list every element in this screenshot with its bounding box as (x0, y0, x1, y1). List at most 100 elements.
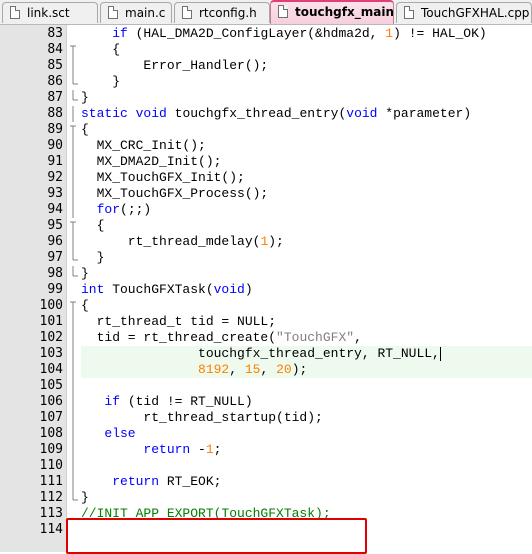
code-line[interactable]: 89 { (0, 122, 532, 138)
code-text: MX_TouchGFX_Process(); (81, 186, 269, 201)
annotation-box (66, 518, 367, 554)
code-text: rt_thread_t tid = NULL; (81, 314, 277, 329)
line-number: 101 (39, 314, 63, 329)
fold-marker-icon (66, 378, 80, 394)
code-line[interactable]: 99 int TouchGFXTask(void) (0, 282, 532, 298)
fold-marker-icon (66, 442, 80, 458)
code-line[interactable]: 110 (0, 458, 532, 474)
code-editor[interactable]: 83 if (HAL_DMA2D_ConfigLayer(&hdma2d, 1)… (0, 25, 532, 554)
code-text: if (tid != RT_NULL) (104, 394, 253, 409)
code-line[interactable]: 100 { (0, 298, 532, 314)
code-text: tid = rt_thread_create("TouchGFX", (81, 330, 362, 345)
code-line[interactable]: 96 rt_thread_mdelay(1); (0, 234, 532, 250)
code-line[interactable]: 97 } (0, 250, 532, 266)
code-line[interactable]: 102 tid = rt_thread_create("TouchGFX", (0, 330, 532, 346)
fold-marker-icon (66, 458, 80, 474)
code-line[interactable]: 83 if (HAL_DMA2D_ConfigLayer(&hdma2d, 1)… (0, 26, 532, 42)
file-icon (278, 5, 288, 18)
line-number: 104 (39, 362, 63, 377)
fold-marker-icon[interactable] (66, 122, 80, 138)
fold-marker-icon[interactable] (66, 218, 80, 234)
code-text: 8192, 15, 20); (198, 362, 308, 377)
fold-marker-icon (66, 394, 80, 410)
line-number: 112 (39, 490, 63, 505)
code-line[interactable]: 104 8192, 15, 20); (0, 362, 532, 378)
tab-touchgfx-main-c[interactable]: touchgfx_main.c (270, 0, 394, 24)
code-line[interactable]: 105 (0, 378, 532, 394)
code-line[interactable]: 98} (0, 266, 532, 282)
fold-marker-icon (66, 138, 80, 154)
fold-marker-icon (66, 426, 80, 442)
code-text: { (81, 298, 89, 313)
code-line[interactable]: 91 MX_DMA2D_Init(); (0, 154, 532, 170)
code-line[interactable]: 94 for(;;) (0, 202, 532, 218)
fold-marker-icon (66, 474, 80, 490)
fold-marker-icon (66, 282, 80, 298)
line-number: 95 (47, 218, 63, 233)
code-text: MX_CRC_Init(); (81, 138, 206, 153)
code-line[interactable]: 84 { (0, 42, 532, 58)
line-number: 90 (47, 138, 63, 153)
code-text: { (81, 42, 121, 57)
line-number: 113 (39, 506, 63, 521)
code-text: return -1; (143, 442, 222, 457)
line-number: 89 (47, 122, 63, 137)
tab-touchgfxhal-cpp[interactable]: TouchGFXHAL.cpp (396, 2, 532, 23)
line-number: 87 (47, 90, 63, 105)
tab-label: touchgfx_main.c (295, 5, 394, 19)
tab-link-sct[interactable]: link.sct (2, 2, 98, 23)
code-line[interactable]: 92 MX_TouchGFX_Init(); (0, 170, 532, 186)
line-number: 99 (47, 282, 63, 297)
code-text: static void touchgfx_thread_entry(void *… (81, 106, 472, 121)
code-text: { (81, 122, 89, 137)
code-text: return RT_EOK; (112, 474, 222, 489)
code-line[interactable]: 87} (0, 90, 532, 106)
file-icon (182, 6, 192, 19)
fold-marker-icon (66, 74, 80, 90)
code-line[interactable]: 85 Error_Handler(); (0, 58, 532, 74)
code-line[interactable]: 112} (0, 490, 532, 506)
fold-marker-icon[interactable] (66, 42, 80, 58)
code-text: MX_DMA2D_Init(); (81, 154, 222, 169)
fold-marker-icon (66, 362, 80, 378)
line-number: 96 (47, 234, 63, 249)
code-line[interactable]: 109 return -1; (0, 442, 532, 458)
fold-marker-icon (66, 90, 80, 106)
tab-main-c[interactable]: main.c (100, 2, 172, 23)
code-line[interactable]: 93 MX_TouchGFX_Process(); (0, 186, 532, 202)
tab-rtconfig-h[interactable]: rtconfig.h (174, 2, 270, 23)
code-text: else (104, 426, 136, 441)
code-line[interactable]: 103 touchgfx_thread_entry, RT_NULL, (0, 346, 532, 362)
line-number: 88 (47, 106, 63, 121)
tab-label: TouchGFXHAL.cpp (421, 6, 530, 20)
line-number: 83 (47, 26, 63, 41)
line-number: 103 (39, 346, 63, 361)
code-line[interactable]: 101 rt_thread_t tid = NULL; (0, 314, 532, 330)
code-line[interactable]: 106 if (tid != RT_NULL) (0, 394, 532, 410)
line-number: 107 (39, 410, 63, 425)
code-text: int TouchGFXTask(void) (81, 282, 253, 297)
line-number: 105 (39, 378, 63, 393)
code-line[interactable]: 111 return RT_EOK; (0, 474, 532, 490)
line-number: 93 (47, 186, 63, 201)
code-text: { (81, 218, 105, 233)
code-text: if (HAL_DMA2D_ConfigLayer(&hdma2d, 1) !=… (112, 26, 487, 41)
code-text: rt_thread_mdelay(1); (81, 234, 284, 249)
code-line[interactable]: 108 else (0, 426, 532, 442)
fold-marker-icon (66, 202, 80, 218)
code-text: } (81, 250, 105, 265)
code-line[interactable]: 90 MX_CRC_Init(); (0, 138, 532, 154)
fold-marker-icon (66, 170, 80, 186)
code-line[interactable]: 88 static void touchgfx_thread_entry(void… (0, 106, 532, 122)
code-text: MX_TouchGFX_Init(); (81, 170, 245, 185)
code-line[interactable]: 86 } (0, 74, 532, 90)
fold-marker-icon (66, 490, 80, 506)
code-line[interactable]: 107 rt_thread_startup(tid); (0, 410, 532, 426)
line-number: 109 (39, 442, 63, 457)
fold-marker-icon[interactable] (66, 298, 80, 314)
line-number: 111 (39, 474, 63, 489)
line-number: 91 (47, 154, 63, 169)
line-number: 110 (39, 458, 63, 473)
code-line[interactable]: 95 { (0, 218, 532, 234)
code-text: } (81, 74, 121, 89)
